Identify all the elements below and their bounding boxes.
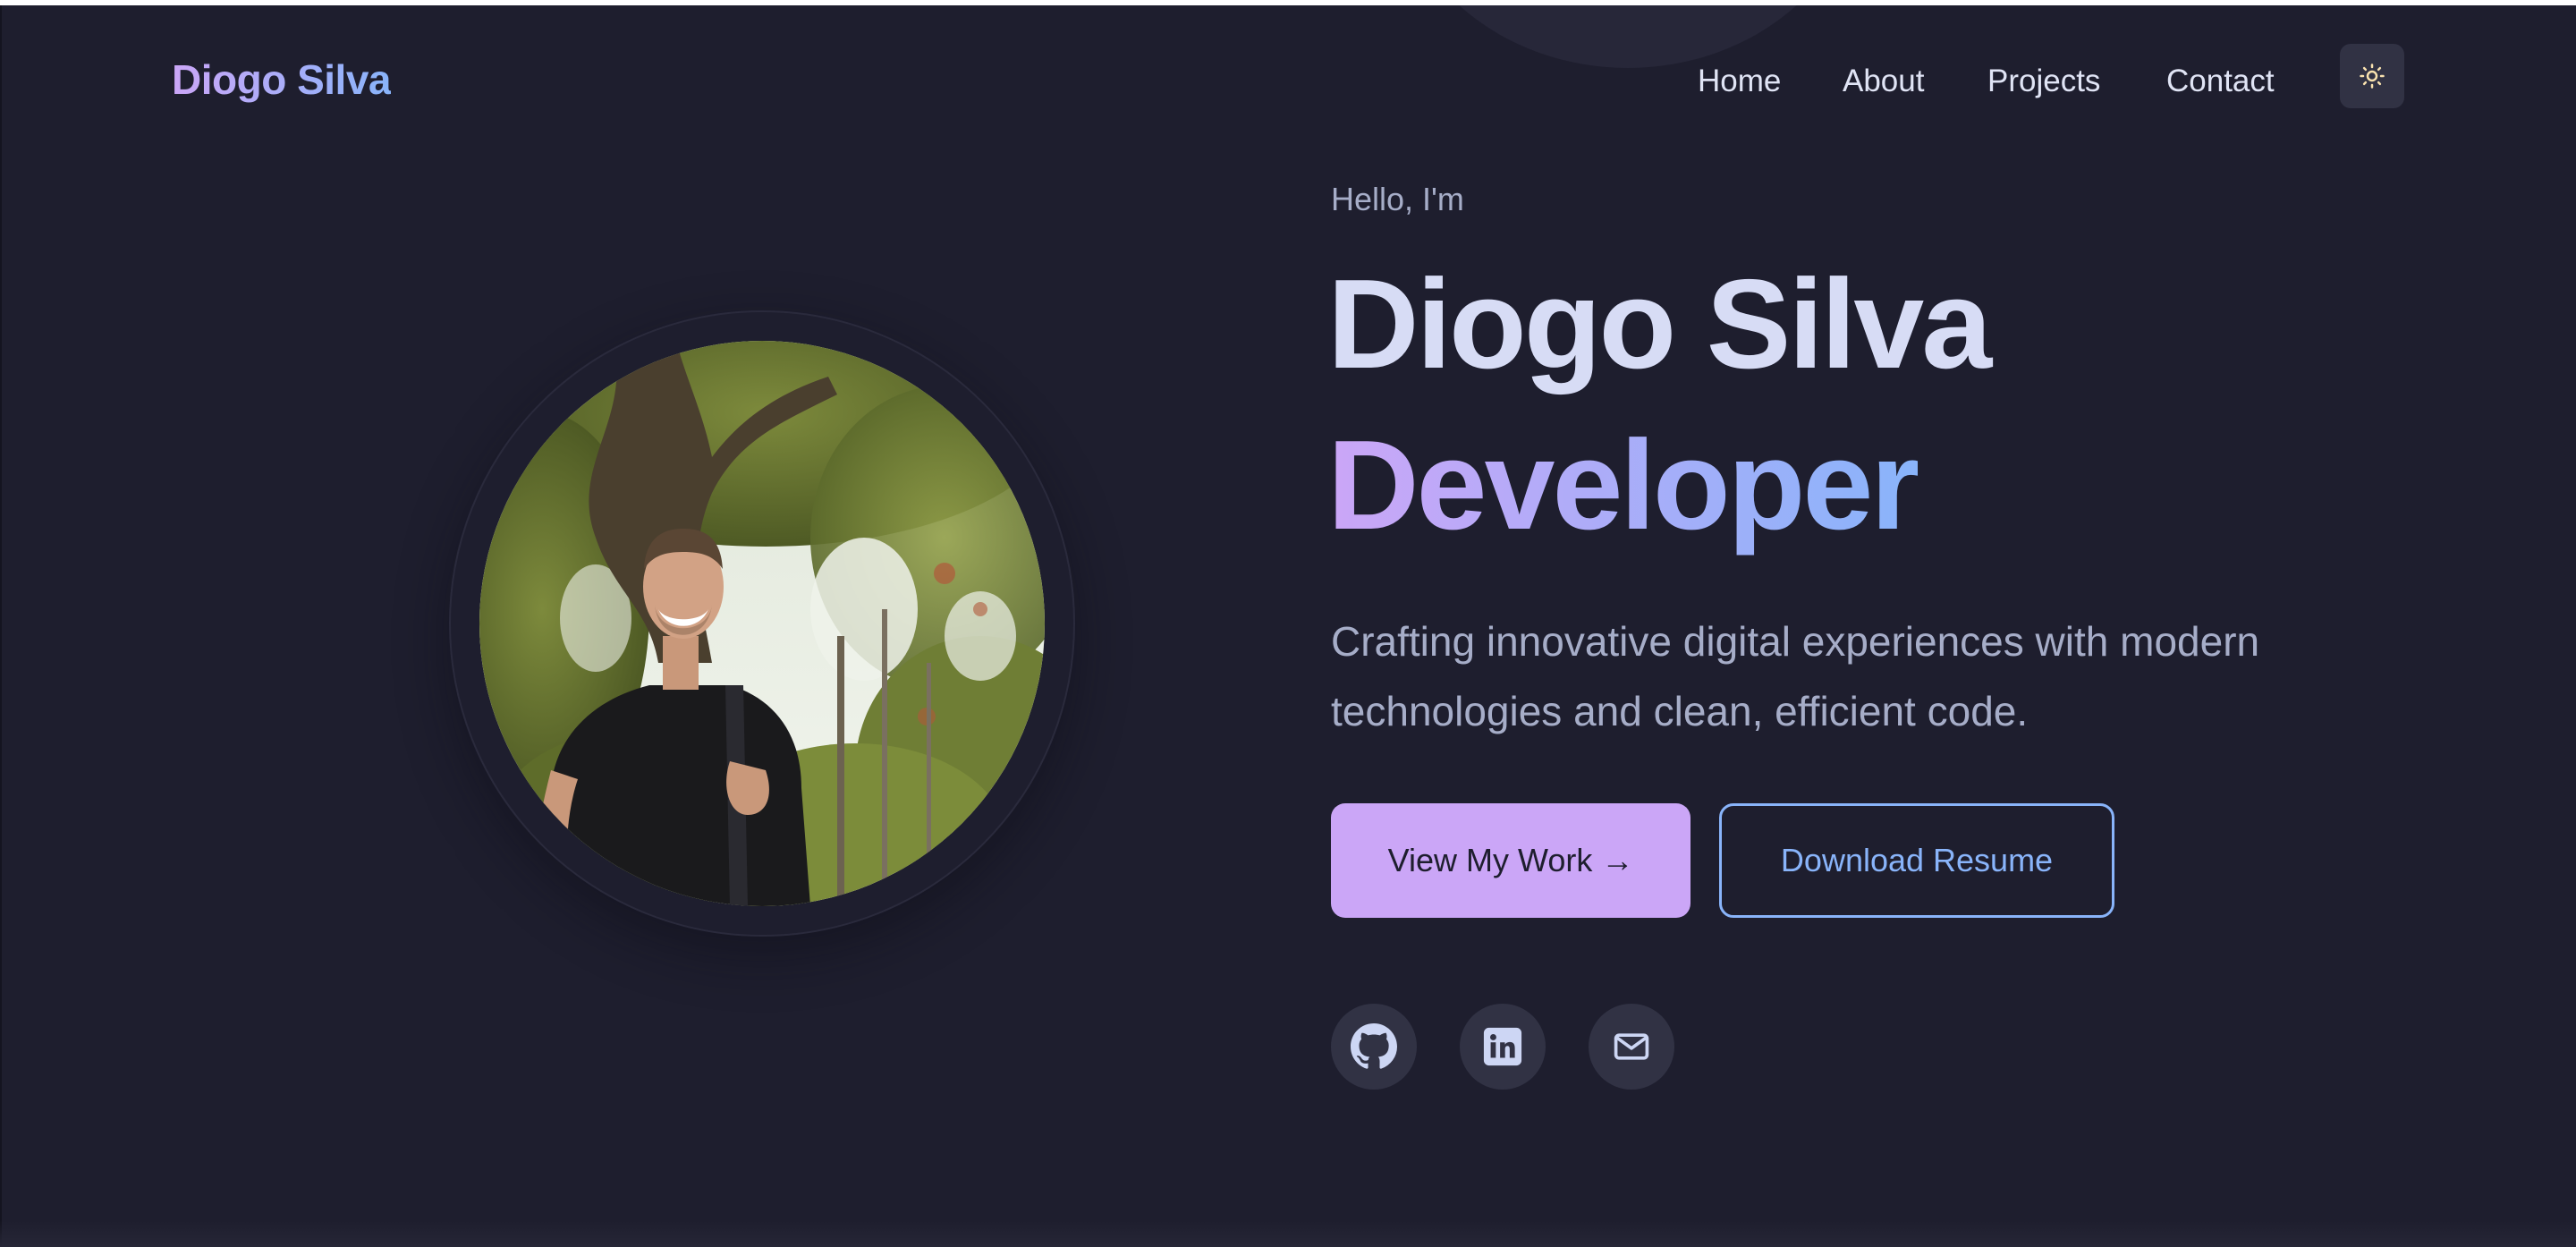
page: Diogo Silva Home About Projects Contact bbox=[0, 5, 2576, 1247]
window-edge bbox=[0, 5, 2, 1247]
section-divider bbox=[0, 1220, 2576, 1247]
theme-toggle-button[interactable] bbox=[2340, 44, 2404, 108]
github-icon bbox=[1351, 1023, 1397, 1069]
sun-icon bbox=[2360, 64, 2385, 89]
hero-tagline: Crafting innovative digital experiences … bbox=[1331, 618, 2260, 734]
nav-link-home[interactable]: Home bbox=[1698, 59, 1781, 104]
download-resume-label: Download Resume bbox=[1780, 842, 2054, 878]
nav-link-about[interactable]: About bbox=[1843, 59, 1924, 104]
github-link[interactable] bbox=[1331, 1004, 1417, 1090]
nav-link-contact[interactable]: Contact bbox=[2166, 59, 2275, 104]
linkedin-link[interactable] bbox=[1460, 1004, 1546, 1090]
profile-photo-illustration bbox=[479, 341, 1045, 906]
hero-name: Diogo Silva bbox=[1327, 253, 1992, 395]
hero-greeting: Hello, I'm bbox=[1331, 181, 1464, 217]
linkedin-icon bbox=[1483, 1027, 1522, 1066]
hero-role: Developer bbox=[1327, 410, 1920, 562]
email-link[interactable] bbox=[1589, 1004, 1674, 1090]
download-resume-button[interactable]: Download Resume bbox=[1719, 803, 2114, 918]
nav-link-projects[interactable]: Projects bbox=[1987, 59, 2100, 104]
view-my-work-button[interactable]: View My Work → bbox=[1331, 803, 1690, 918]
main-nav: Home About Projects Contact bbox=[0, 59, 2576, 104]
mail-icon bbox=[1614, 1033, 1649, 1060]
profile-photo bbox=[479, 341, 1045, 906]
view-my-work-label: View My Work → bbox=[1387, 842, 1634, 878]
